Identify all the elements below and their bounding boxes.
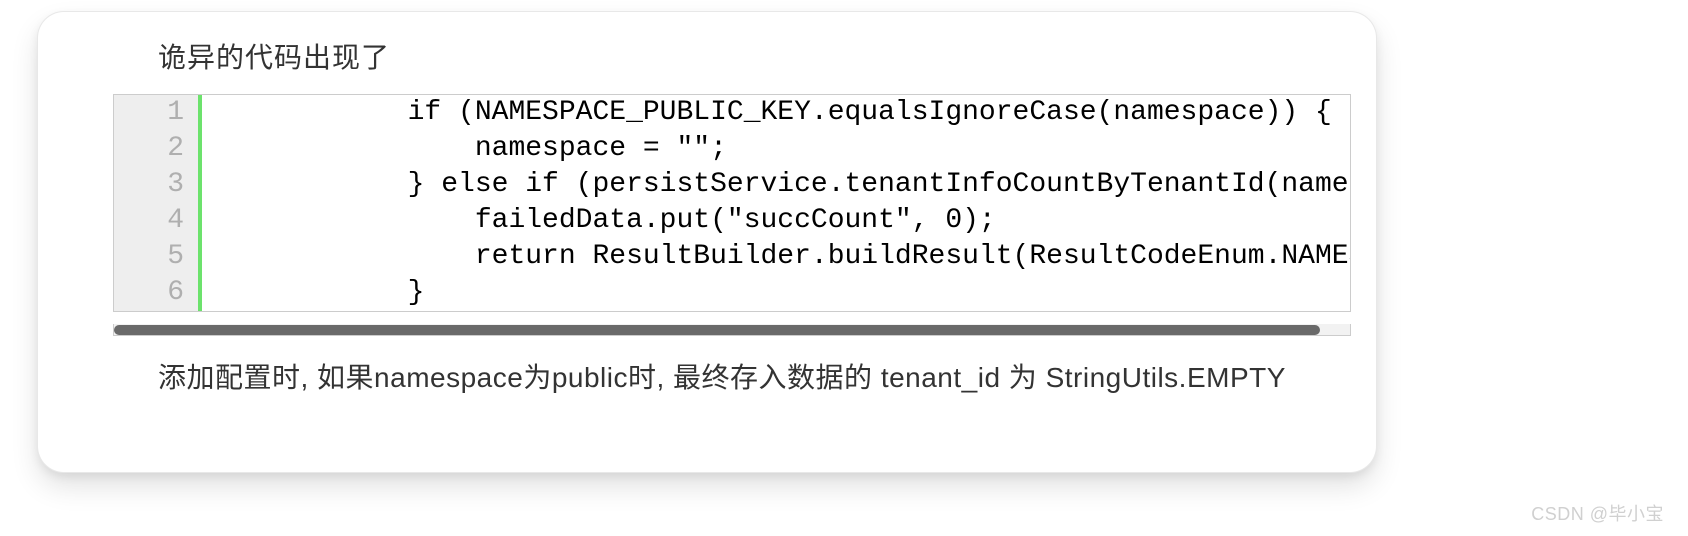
- line-number: 4: [114, 203, 202, 239]
- line-number: 5: [114, 239, 202, 275]
- scroll-thumb[interactable]: [114, 325, 1320, 335]
- code-row: 1 if (NAMESPACE_PUBLIC_KEY.equalsIgnoreC…: [114, 95, 1350, 131]
- content-card: 诡异的代码出现了 1 if (NAMESPACE_PUBLIC_KEY.equa…: [38, 12, 1376, 472]
- line-number: 2: [114, 131, 202, 167]
- code-line: } else if (persistService.tenantInfoCoun…: [202, 167, 1350, 203]
- code-row: 6 }: [114, 275, 1350, 311]
- code-line: return ResultBuilder.buildResult(ResultC…: [202, 239, 1350, 275]
- horizontal-scrollbar[interactable]: [113, 324, 1351, 336]
- footer-text: 添加配置时, 如果namespace为public时, 最终存入数据的 tena…: [38, 336, 1376, 396]
- code-line: namespace = "";: [202, 131, 1350, 167]
- watermark: CSDN @毕小宝: [1531, 500, 1664, 526]
- code-row: 5 return ResultBuilder.buildResult(Resul…: [114, 239, 1350, 275]
- line-number: 3: [114, 167, 202, 203]
- code-block: 1 if (NAMESPACE_PUBLIC_KEY.equalsIgnoreC…: [113, 94, 1351, 312]
- code-line: }: [202, 275, 1350, 311]
- line-number: 1: [114, 95, 202, 131]
- code-row: 3 } else if (persistService.tenantInfoCo…: [114, 167, 1350, 203]
- heading-text: 诡异的代码出现了: [38, 12, 1376, 94]
- code-row: 4 failedData.put("succCount", 0);: [114, 203, 1350, 239]
- code-line: if (NAMESPACE_PUBLIC_KEY.equalsIgnoreCas…: [202, 95, 1350, 131]
- line-number: 6: [114, 275, 202, 311]
- code-line: failedData.put("succCount", 0);: [202, 203, 1350, 239]
- code-row: 2 namespace = "";: [114, 131, 1350, 167]
